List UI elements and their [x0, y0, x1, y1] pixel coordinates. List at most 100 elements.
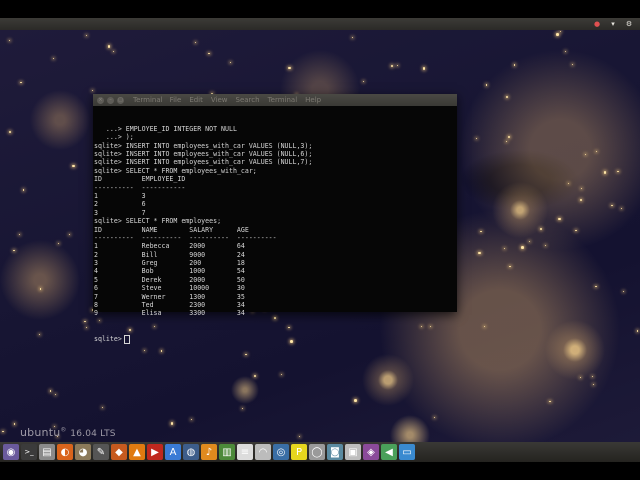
terminal-line: 3 Greg 200 18 — [94, 259, 245, 268]
city-light — [539, 227, 543, 231]
city-light — [503, 248, 506, 250]
city-light — [433, 416, 436, 418]
terminal-icon[interactable]: >_ — [21, 444, 37, 460]
gimp-icon[interactable]: ◕ — [75, 444, 91, 460]
text-editor-icon[interactable]: ≡ — [237, 444, 253, 460]
watermark-version: 16.04 LTS — [70, 429, 116, 439]
menu-edit[interactable]: Edit — [189, 96, 203, 104]
terminal-line: 7 Werner 1300 35 — [94, 292, 245, 301]
city-light — [505, 140, 507, 142]
city-light — [396, 65, 398, 67]
files-icon[interactable]: ▤ — [39, 444, 55, 460]
terminal-output[interactable]: ...> EMPLOYEE_ID INTEGER NOT NULL ...> )… — [93, 106, 457, 360]
terminal-titlebar[interactable]: × – □ Terminal File Edit View Search Ter… — [93, 94, 457, 106]
settings-icon[interactable]: ⚙ — [624, 20, 634, 29]
vlc-icon[interactable]: ▲ — [129, 444, 145, 460]
terminal-line: 2 6 — [94, 200, 146, 209]
network-icon[interactable]: ▾ — [608, 20, 618, 29]
audacity-icon[interactable]: ♪ — [201, 444, 217, 460]
city-light — [57, 243, 60, 245]
sound-icon[interactable]: ◀ — [381, 444, 397, 460]
arc-icon[interactable]: ◠ — [255, 444, 271, 460]
city-light — [595, 285, 597, 287]
city-light — [112, 50, 114, 52]
city-light — [595, 150, 597, 152]
city-light — [617, 171, 619, 173]
city-light — [92, 90, 94, 92]
terminal-line: 4 Bob 1000 54 — [94, 267, 245, 276]
letterbox-top — [0, 0, 640, 18]
network-manager-icon[interactable]: ▭ — [399, 444, 415, 460]
document-icon[interactable]: ▥ — [219, 444, 235, 460]
terminal-window[interactable]: × – □ Terminal File Edit View Search Ter… — [93, 94, 457, 344]
prompt-line[interactable]: sqlite> — [94, 334, 456, 344]
city-light — [18, 233, 20, 235]
monitor-icon[interactable]: ◙ — [327, 444, 343, 460]
city-light — [84, 320, 86, 322]
city-light — [521, 246, 524, 249]
city-light — [572, 64, 574, 66]
emulator-icon[interactable]: ◈ — [363, 444, 379, 460]
pycharm-icon[interactable]: P — [291, 444, 307, 460]
terminal-line: 1 Rebecca 2000 64 — [94, 242, 245, 251]
city-light — [480, 230, 482, 233]
terminal-line: 1 3 — [94, 191, 146, 200]
city-light — [422, 67, 426, 70]
blender-icon[interactable]: ◍ — [183, 444, 199, 460]
city-light — [564, 50, 566, 52]
city-light — [72, 164, 75, 168]
city-light — [53, 58, 55, 60]
chromium-icon[interactable]: ◎ — [273, 444, 289, 460]
text-cursor — [123, 334, 130, 344]
city-light — [50, 390, 52, 392]
city-light — [170, 422, 174, 425]
city-light — [591, 375, 593, 377]
pitivi-icon[interactable]: ◆ — [111, 444, 127, 460]
terminal-line: 5 Derek 2000 50 — [94, 275, 245, 284]
watermark-brand: ubuntu — [20, 426, 61, 439]
city-light — [8, 130, 12, 134]
city-light — [20, 82, 22, 84]
menu-view[interactable]: View — [211, 96, 228, 104]
inkscape-icon[interactable]: ✎ — [93, 444, 109, 460]
ubuntu-logo-icon[interactable]: ◉ — [3, 444, 19, 460]
firefox-icon[interactable]: ◐ — [57, 444, 73, 460]
terminal-line: sqlite> SELECT * FROM employees; — [94, 217, 222, 226]
menu-search[interactable]: Search — [236, 96, 260, 104]
menu-help[interactable]: Help — [305, 96, 321, 104]
screenshot-icon[interactable]: ▣ — [345, 444, 361, 460]
city-light — [478, 251, 481, 255]
city-light — [622, 290, 624, 293]
city-light — [509, 266, 511, 268]
close-icon[interactable]: × — [97, 96, 104, 104]
city-light — [194, 42, 196, 44]
city-light — [620, 207, 622, 209]
city-light — [603, 171, 607, 174]
city-light — [13, 250, 15, 252]
terminal-line: 2 Bill 9000 24 — [94, 250, 245, 259]
menu-terminal[interactable]: Terminal — [268, 96, 298, 104]
city-light — [484, 325, 486, 327]
maximize-icon[interactable]: □ — [117, 96, 124, 104]
disk-icon[interactable]: ◯ — [309, 444, 325, 460]
terminal-line: 3 7 — [94, 208, 146, 217]
youtube-icon[interactable]: ▶ — [147, 444, 163, 460]
city-light — [13, 423, 15, 425]
minimize-icon[interactable]: – — [107, 96, 114, 104]
terminal-line: ...> EMPLOYEE_ID INTEGER NOT NULL — [94, 124, 237, 133]
city-light — [580, 188, 583, 190]
terminal-line: ID EMPLOYEE_ID — [94, 175, 186, 184]
record-icon[interactable]: ● — [592, 20, 602, 29]
city-light — [556, 33, 559, 36]
city-light — [40, 288, 42, 290]
city-light — [230, 61, 232, 63]
city-light — [85, 35, 87, 37]
menu-file[interactable]: File — [170, 96, 182, 104]
terminal-line: ...> ); — [94, 133, 134, 142]
terminal-line: ---------- ----------- — [94, 183, 186, 192]
android-studio-icon[interactable]: A — [165, 444, 181, 460]
terminal-line: sqlite> SELECT * FROM employees_with_car… — [94, 166, 257, 175]
city-light — [544, 244, 546, 246]
terminal-line: sqlite> INSERT INTO employees_with_car V… — [94, 149, 313, 158]
city-light — [68, 233, 70, 235]
